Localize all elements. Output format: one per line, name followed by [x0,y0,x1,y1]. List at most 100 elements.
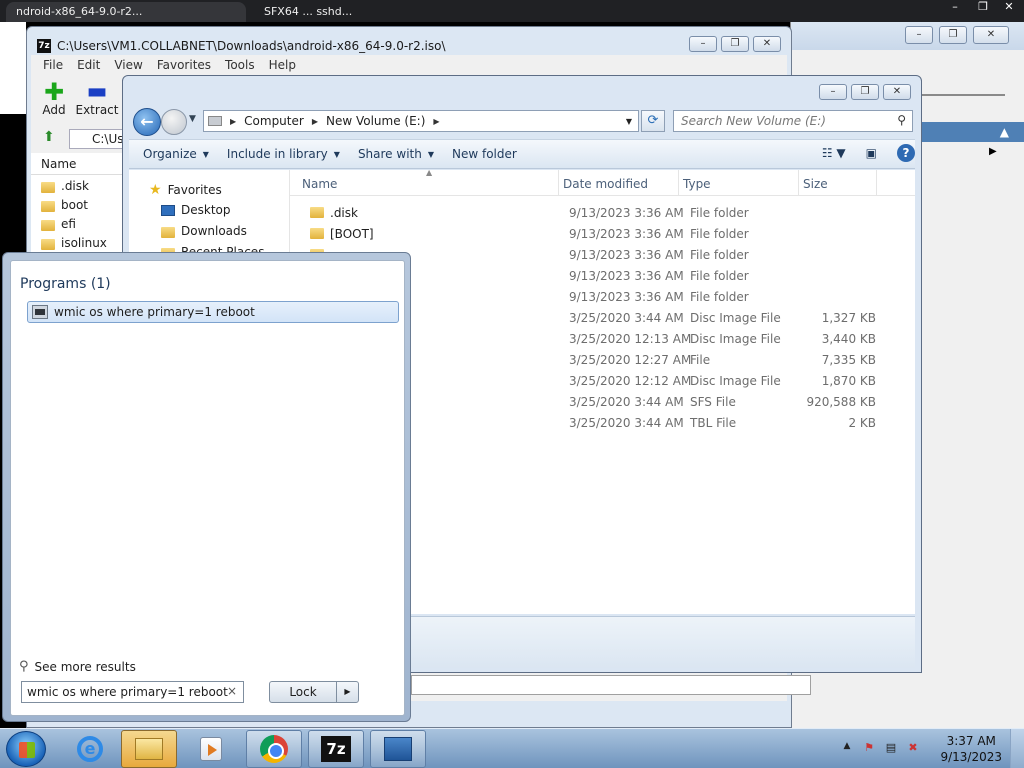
view-options-icon[interactable]: ☷ ▼ [822,146,846,160]
drive-icon [208,116,222,126]
start-button[interactable] [6,731,46,767]
nav-favorites-label: Favorites [167,183,222,197]
file-type: File [690,353,711,367]
minus-icon: ▬ [86,79,108,104]
programs-heading[interactable]: Programs (1) [20,276,111,292]
plus-icon: ✚ [43,78,65,106]
extract-button[interactable]: ▬ Extract [75,79,119,118]
taskbar-network[interactable] [370,730,426,768]
column-name[interactable]: Name [302,177,337,191]
close-button[interactable]: ✕ [753,36,781,52]
power-options-arrow-icon[interactable]: ▶ [336,682,358,702]
back-button[interactable]: ← [133,108,161,136]
command-bar: Organize ▼ Include in library ▼ Share with… [129,139,915,169]
list-item[interactable]: .disk [31,175,127,194]
add-label: Add [42,103,66,117]
nav-downloads[interactable]: Downloads [161,224,247,238]
column-date-modified[interactable]: Date modified [563,177,648,191]
list-item[interactable]: isolinux [31,232,127,251]
menu-edit[interactable]: Edit [71,55,108,75]
minimize-button[interactable]: – [905,26,933,44]
chevron-down-icon[interactable]: ▼ [626,117,632,126]
chevron-right-icon[interactable]: ▶ [312,117,318,126]
nav-favorites[interactable]: ★ Favorites [149,182,222,198]
list-item[interactable]: efi [31,213,127,232]
search-result-item[interactable]: wmic os where primary=1 reboot [27,301,399,323]
clock-time: 3:37 AM [946,734,996,748]
maximize-button[interactable]: ❐ [851,84,879,100]
nav-desktop[interactable]: Desktop [161,203,231,217]
address-field[interactable]: C:\Use [69,129,129,149]
column-divider[interactable] [558,170,559,196]
organize-button[interactable]: Organize ▼ [143,147,209,161]
preview-pane-icon[interactable]: ▣ [866,146,877,160]
chevron-right-icon[interactable]: ▶ [230,117,236,126]
table-row[interactable]: .disk 9/13/2023 3:36 AM File folder [290,202,915,223]
list-item[interactable]: boot [31,194,127,213]
taskbar-internet-explorer[interactable]: e [62,730,118,768]
volume-muted-icon[interactable]: ✖ [906,741,920,755]
column-divider[interactable] [678,170,679,196]
browser-tab[interactable]: ndroid-x86_64-9.0-r2... [6,2,246,22]
menu-tools[interactable]: Tools [219,55,263,75]
taskbar-7zip[interactable]: 7z [308,730,364,768]
start-search-value: wmic os where primary=1 reboot [27,685,228,699]
taskbar-chrome[interactable] [246,730,302,768]
menu-favorites[interactable]: Favorites [151,55,219,75]
7zip-file-list: Name .disk boot efi isolinux [31,153,127,263]
share-with-button[interactable]: Share with ▼ [358,147,434,161]
menu-help[interactable]: Help [263,55,304,75]
network-icon[interactable]: ▤ [884,741,898,755]
close-icon[interactable]: ✕ [996,0,1022,13]
maximize-button[interactable]: ❐ [721,36,749,52]
up-folder-icon[interactable]: ⬆ [43,129,55,145]
minimize-button[interactable]: – [819,84,847,100]
start-search-input[interactable]: wmic os where primary=1 reboot × [21,681,244,703]
column-divider[interactable] [798,170,799,196]
taskbar-windows-explorer[interactable] [121,730,177,768]
explorer-nav-row: ← ▼ ▶ Computer ▶ New Volume (E:) ▶ ▼ ⟳ S… [131,106,913,136]
minimize-icon[interactable]: – [942,0,968,13]
expand-arrow-icon[interactable]: ▶ [989,146,997,157]
show-hidden-icons-icon[interactable]: ▲ [840,741,854,755]
clock[interactable]: 3:37 AM 9/13/2023 [940,733,1002,765]
forward-button[interactable] [161,109,187,135]
collapse-band[interactable]: ▲ [921,122,1024,142]
search-result-label: wmic os where primary=1 reboot [54,305,255,319]
column-type[interactable]: Type [683,177,711,191]
search-icon[interactable]: ⚲ [897,113,906,127]
lock-button[interactable]: Lock ▶ [269,681,359,703]
menu-file[interactable]: File [37,55,71,75]
divider [921,94,1005,96]
search-input[interactable]: Search New Volume (E:) ⚲ [673,110,913,132]
refresh-button[interactable]: ⟳ [641,110,665,132]
help-icon[interactable]: ? [897,144,915,162]
name-column-header[interactable]: Name [31,153,127,175]
new-folder-button[interactable]: New folder [452,147,517,161]
clock-date: 9/13/2023 [940,750,1002,764]
action-center-flag-icon[interactable]: ⚑ [862,741,876,755]
column-size[interactable]: Size [803,177,828,191]
column-divider[interactable] [876,170,877,196]
chevron-right-icon[interactable]: ▶ [433,117,439,126]
include-in-library-button[interactable]: Include in library ▼ [227,147,340,161]
7zip-window-controls: – ❐ ✕ [689,36,781,52]
browser-tab[interactable]: SFX64 ... sshd... [254,2,504,22]
close-button[interactable]: ✕ [883,84,911,100]
menu-view[interactable]: View [108,55,150,75]
maximize-button[interactable]: ❐ [939,26,967,44]
table-row[interactable]: [BOOT] 9/13/2023 3:36 AM File folder [290,223,915,244]
restore-icon[interactable]: ❐ [970,0,996,13]
minimize-button[interactable]: – [689,36,717,52]
clear-search-icon[interactable]: × [227,684,237,698]
add-button[interactable]: ✚ Add [37,78,71,117]
see-more-results-link[interactable]: ⚲ See more results [19,659,136,674]
breadcrumb-volume[interactable]: New Volume (E:) [326,114,425,128]
taskbar-media-player[interactable] [183,730,239,768]
show-desktop-button[interactable] [1010,729,1024,768]
breadcrumb-computer[interactable]: Computer [244,114,304,128]
breadcrumb[interactable]: ▶ Computer ▶ New Volume (E:) ▶ ▼ [203,110,639,132]
folder-icon [41,181,55,193]
recent-pages-dropdown-icon[interactable]: ▼ [189,114,196,124]
close-button[interactable]: ✕ [973,26,1009,44]
